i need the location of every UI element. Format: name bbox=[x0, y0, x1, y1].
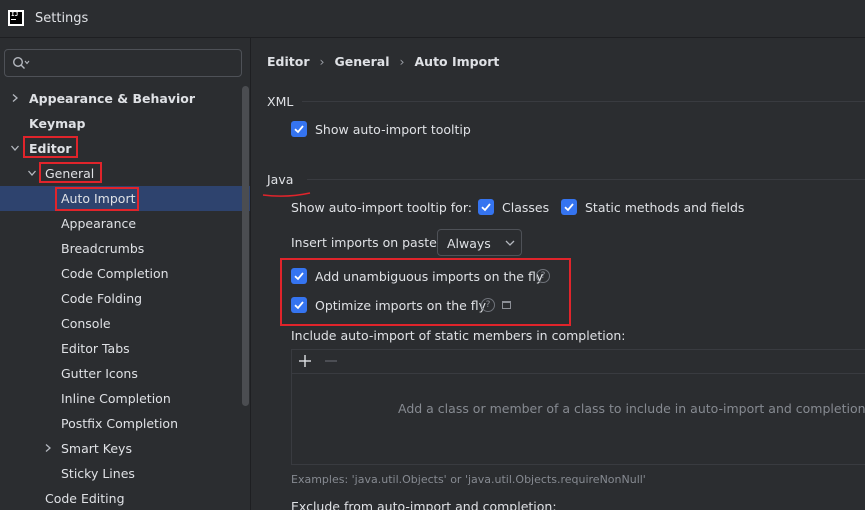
chevron-down-icon bbox=[28, 170, 36, 176]
chevron-right-icon bbox=[45, 444, 51, 452]
annotation-box-editor bbox=[23, 136, 78, 158]
insert-on-paste-select[interactable]: Always bbox=[437, 229, 522, 256]
include-static-list[interactable]: Add a class or member of a class to incl… bbox=[291, 349, 865, 465]
empty-list-text: Add a class or member of a class to incl… bbox=[398, 401, 865, 416]
plus-icon[interactable] bbox=[298, 354, 312, 368]
section-divider bbox=[307, 179, 865, 180]
static-methods-checkbox[interactable] bbox=[561, 199, 577, 215]
tree-item-appearance-behavior[interactable]: Appearance & Behavior bbox=[0, 86, 250, 111]
annotation-box-auto-import bbox=[55, 187, 139, 211]
tree-item-label: Console bbox=[61, 316, 111, 331]
classes-label: Classes bbox=[502, 200, 550, 215]
show-tooltip-checkbox[interactable] bbox=[291, 121, 307, 137]
chevron-right-icon: › bbox=[399, 54, 405, 69]
section-title-xml: XML bbox=[267, 94, 294, 109]
tree-item-keymap[interactable]: Keymap bbox=[0, 111, 250, 136]
include-static-label: Include auto-import of static members in… bbox=[291, 328, 626, 343]
title-bar: IJ Settings bbox=[0, 0, 865, 38]
search-icon bbox=[12, 56, 30, 69]
window-title: Settings bbox=[35, 11, 89, 26]
chevron-right-icon bbox=[12, 94, 18, 102]
search-input[interactable] bbox=[4, 49, 242, 77]
static-methods-label: Static methods and fields bbox=[585, 200, 745, 215]
tree-item-code-completion[interactable]: Code Completion bbox=[0, 261, 250, 286]
tree-item-console[interactable]: Console bbox=[0, 311, 250, 336]
tree-item-label: Smart Keys bbox=[61, 441, 132, 456]
tree-item-general[interactable]: General bbox=[0, 161, 250, 186]
exclude-label: Exclude from auto-import and completion: bbox=[291, 499, 557, 510]
list-toolbar bbox=[292, 350, 865, 374]
section-title-java: Java bbox=[267, 172, 294, 187]
tree-item-breadcrumbs[interactable]: Breadcrumbs bbox=[0, 236, 250, 261]
settings-content: Editor › General › Auto Import XML Show auto… bbox=[252, 38, 865, 510]
examples-text: Examples: 'java.util.Objects' or 'java.u… bbox=[291, 473, 646, 486]
tree-item-appearance[interactable]: Appearance bbox=[0, 211, 250, 236]
tree-item-postfix-completion[interactable]: Postfix Completion bbox=[0, 411, 250, 436]
annotation-box-general bbox=[39, 162, 102, 183]
tree-item-label: Breadcrumbs bbox=[61, 241, 145, 256]
tree-item-label: Appearance bbox=[61, 216, 137, 231]
tree-item-label: Gutter Icons bbox=[61, 366, 138, 381]
app-logo-icon: IJ bbox=[8, 10, 24, 26]
tree-item-label: Inline Completion bbox=[61, 391, 171, 406]
chevron-right-icon: › bbox=[319, 54, 325, 69]
tree-item-smart-keys[interactable]: Smart Keys bbox=[0, 436, 250, 461]
breadcrumb-item-general[interactable]: General bbox=[335, 54, 390, 69]
tree-item-sticky-lines[interactable]: Sticky Lines bbox=[0, 461, 250, 486]
classes-checkbox[interactable] bbox=[478, 199, 494, 215]
tree-item-label: Sticky Lines bbox=[61, 466, 135, 481]
tree-item-label: Appearance & Behavior bbox=[29, 91, 195, 106]
tree-item-label: Code Editing bbox=[45, 491, 125, 506]
insert-on-paste-label: Insert imports on paste: bbox=[291, 235, 442, 250]
tree-item-code-folding[interactable]: Code Folding bbox=[0, 286, 250, 311]
annotation-underline bbox=[262, 192, 311, 197]
tooltip-for-label: Show auto-import tooltip for: bbox=[291, 200, 472, 215]
tree-item-inline-completion[interactable]: Inline Completion bbox=[0, 386, 250, 411]
tree-item-label: Code Completion bbox=[61, 266, 169, 281]
chevron-down-icon bbox=[11, 145, 19, 151]
chevron-down-icon bbox=[505, 240, 515, 246]
section-divider bbox=[302, 101, 865, 102]
sidebar-scrollbar[interactable] bbox=[242, 86, 249, 406]
tree-item-editor-tabs[interactable]: Editor Tabs bbox=[0, 336, 250, 361]
breadcrumb-item-editor[interactable]: Editor bbox=[267, 54, 310, 69]
tree-item-label: Editor Tabs bbox=[61, 341, 130, 356]
breadcrumb: Editor › General › Auto Import bbox=[267, 54, 499, 69]
annotation-box-on-the-fly bbox=[280, 258, 571, 326]
tree-item-label: Keymap bbox=[29, 116, 86, 131]
tree-item-label: Postfix Completion bbox=[61, 416, 178, 431]
minus-icon[interactable] bbox=[324, 354, 338, 368]
breadcrumb-item-auto-import: Auto Import bbox=[414, 54, 500, 69]
tree-item-gutter-icons[interactable]: Gutter Icons bbox=[0, 361, 250, 386]
tree-item-code-editing[interactable]: Code Editing bbox=[0, 486, 250, 510]
tree-item-label: Code Folding bbox=[61, 291, 143, 306]
show-tooltip-label: Show auto-import tooltip bbox=[315, 122, 471, 137]
settings-sidebar: Appearance & Behavior Keymap Editor Gene… bbox=[0, 38, 251, 510]
insert-on-paste-value: Always bbox=[447, 236, 491, 251]
